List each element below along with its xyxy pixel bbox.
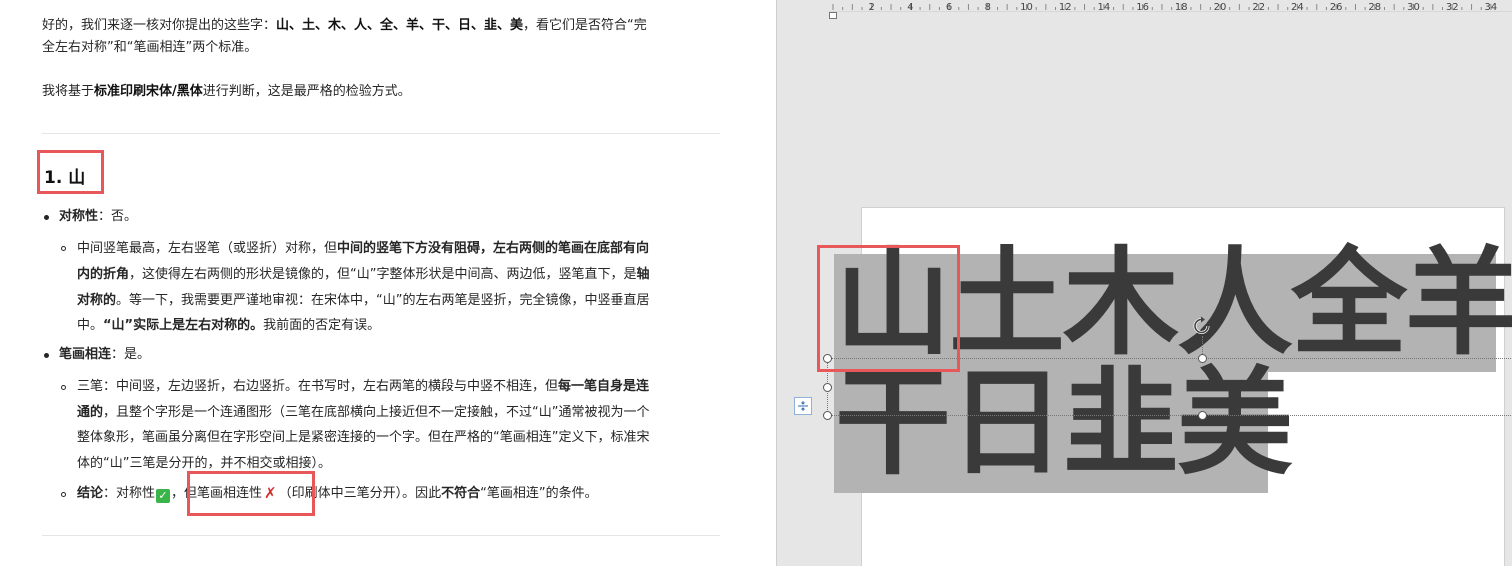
annotation-box-heading [37,150,104,194]
sub-bullet-circle [61,492,66,497]
intro-chars: 山、土、木、人、全、羊、干、日、韭、美 [276,18,524,33]
resize-handle[interactable] [823,411,832,420]
ruler-label: 16 [1136,2,1149,12]
ruler-label: 20 [1214,2,1227,12]
divider [42,535,720,536]
text-bold: 中间的竖笔下方没有阻碍，左右两侧的笔画在底部有向 [337,241,650,256]
ruler-label: 34 [1485,2,1498,12]
conclusion-label: 结论 [77,486,104,501]
stroke-label: 笔画相连 [59,347,112,362]
sub-bullet-circle [61,385,66,390]
text-bold: 对称的 [77,293,117,308]
symmetry-detail-line2: 内的折角，这使得左右两侧的形状是镜像的，但“山”字整体形状是中间高、两边低，竖笔… [77,264,717,286]
text-bold: 不符合 [441,486,481,501]
resize-handle[interactable] [823,383,832,392]
symmetry-detail-line4: 中。“山”实际上是左右对称的。我前面的否定有误。 [77,315,717,337]
ruler-label: 6 [946,2,952,12]
text-run: 中间竖笔最高，左右竖笔（或竖折）对称，但 [77,241,338,256]
ruler-label: 24 [1291,2,1304,12]
conclusion-line: 结论：对称性 ✓ ，但笔画相连性 ✗ （印刷体中三笔分开）。因此不符合“笔画相连”的条件… [77,483,717,505]
stroke-item: 笔画相连：是。 [59,344,699,366]
text-run: 整体象形，笔画虽分离但在字形空间上是紧密连接的一个字。但在严格的“笔画相连”定义… [77,430,650,445]
stroke-detail-line4: 体的“山”三笔是分开的，并不相交或相接）。 [77,453,717,475]
text-run: 我前面的否定有误。 [263,318,381,333]
text-bold: 每一笔自身是连 [558,379,650,394]
chat-panel: 好的，我们来逐一核对你提出的这些字：山、土、木、人、全、羊、干、日、韭、美，看它… [0,0,776,566]
basis-prefix: 我将基于 [42,84,95,99]
ruler-label: 32 [1446,2,1459,12]
text-bold: “山”实际上是左右对称的。 [103,318,264,333]
text-bold: 通的 [77,405,104,420]
stroke-detail-line1: 三笔：中间竖，左边竖折，右边竖折。在书写时，左右两笔的横段与中竖不相连，但每一笔… [77,376,717,398]
symmetry-label: 对称性 [59,209,99,224]
bullet-dot [44,215,49,220]
check-icon: ✓ [156,489,171,503]
ruler-label: 26 [1330,2,1343,12]
horizontal-ruler[interactable]: 2 4 6 8 10 12 14 16 18 20 22 24 26 28 30 32 34 [829,0,1512,12]
stroke-value: ：是。 [111,347,151,362]
basis-paragraph: 我将基于标准印刷宋体/黑体进行判断，这是最严格的检验方式。 [42,81,722,103]
intro-text-suffix: ，看它们是否符合“完 [523,18,647,33]
basis-bold: 标准印刷宋体/黑体 [94,84,203,99]
text-run: 中。 [77,318,104,333]
symmetry-item: 对称性：否。 [59,206,699,228]
resize-handle[interactable] [1198,354,1207,363]
layout-options-icon[interactable] [794,397,812,415]
ruler-label: 28 [1368,2,1381,12]
ruler-label: 14 [1098,2,1111,12]
text-bold: 轴 [636,267,650,282]
text-bold: 内的折角 [77,267,130,282]
indent-marker[interactable] [829,12,837,19]
divider [42,133,720,134]
ruler-label: 22 [1252,2,1265,12]
intro-text: 好的，我们来逐一核对你提出的这些字： [42,18,277,33]
symmetry-detail-line1: 中间竖笔最高，左右竖笔（或竖折）对称，但中间的竖笔下方没有阻碍，左右两侧的笔画在… [77,238,717,260]
ruler-label: 4 [907,2,913,12]
ruler-label: 2 [869,2,875,12]
sub-bullet-circle [61,246,66,251]
ruler-label: 10 [1020,2,1033,12]
annotation-box-character [817,245,960,372]
text-run: 。等一下，我需要更严谨地审视：在宋体中，“山”的左右两笔是竖折，完全镜像，中竖垂… [116,293,650,308]
ruler-label: 18 [1175,2,1188,12]
stroke-detail-line3: 整体象形，笔画虽分离但在字形空间上是紧密连接的一个字。但在严格的“笔画相连”定义… [77,427,717,449]
resize-handle[interactable] [1198,411,1207,420]
text-run: “笔画相连”的条件。 [480,486,598,501]
textbox-guide-line [827,415,1512,416]
symmetry-detail-line3: 对称的。等一下，我需要更严谨地审视：在宋体中，“山”的左右两笔是竖折，完全镜像，… [77,290,717,312]
text-run: ，且整个字形是一个连通图形（三笔在底部横向上接近但不一定接触，不过“山”通常被视… [103,405,650,420]
document-editor: 2 4 6 8 10 12 14 16 18 20 22 24 26 28 30 32 34 山土木人全羊 干日… [776,0,1512,566]
text-run: 三笔：中间竖，左边竖折，右边竖折。在书写时，左右两笔的横段与中竖不相连，但 [77,379,559,394]
bullet-dot [44,353,49,358]
intro-text-line2: 全左右对称”和“笔画相连”两个标准。 [42,40,258,55]
document-text-line2[interactable]: 干日韭美 [835,366,1293,482]
intro-paragraph: 好的，我们来逐一核对你提出的这些字：山、土、木、人、全、羊、干、日、韭、美，看它… [42,15,722,59]
text-run: 体的“山”三笔是分开的，并不相交或相接）。 [77,456,331,471]
basis-suffix: 进行判断，这是最严格的检验方式。 [202,84,411,99]
ruler-label: 30 [1407,2,1420,12]
text-run: ：对称性 [103,486,156,501]
stroke-detail-line2: 通的，且整个字形是一个连通图形（三笔在底部横向上接近但不一定接触，不过“山”通常… [77,402,717,424]
text-run: ，这使得左右两侧的形状是镜像的，但“山”字整体形状是中间高、两边低，竖笔直下，是 [129,267,637,282]
symmetry-value: ：否。 [98,209,138,224]
rotate-icon[interactable] [1191,315,1213,337]
ruler-label: 12 [1059,2,1072,12]
annotation-box-conclusion [187,471,315,516]
ruler-label: 8 [985,2,991,12]
